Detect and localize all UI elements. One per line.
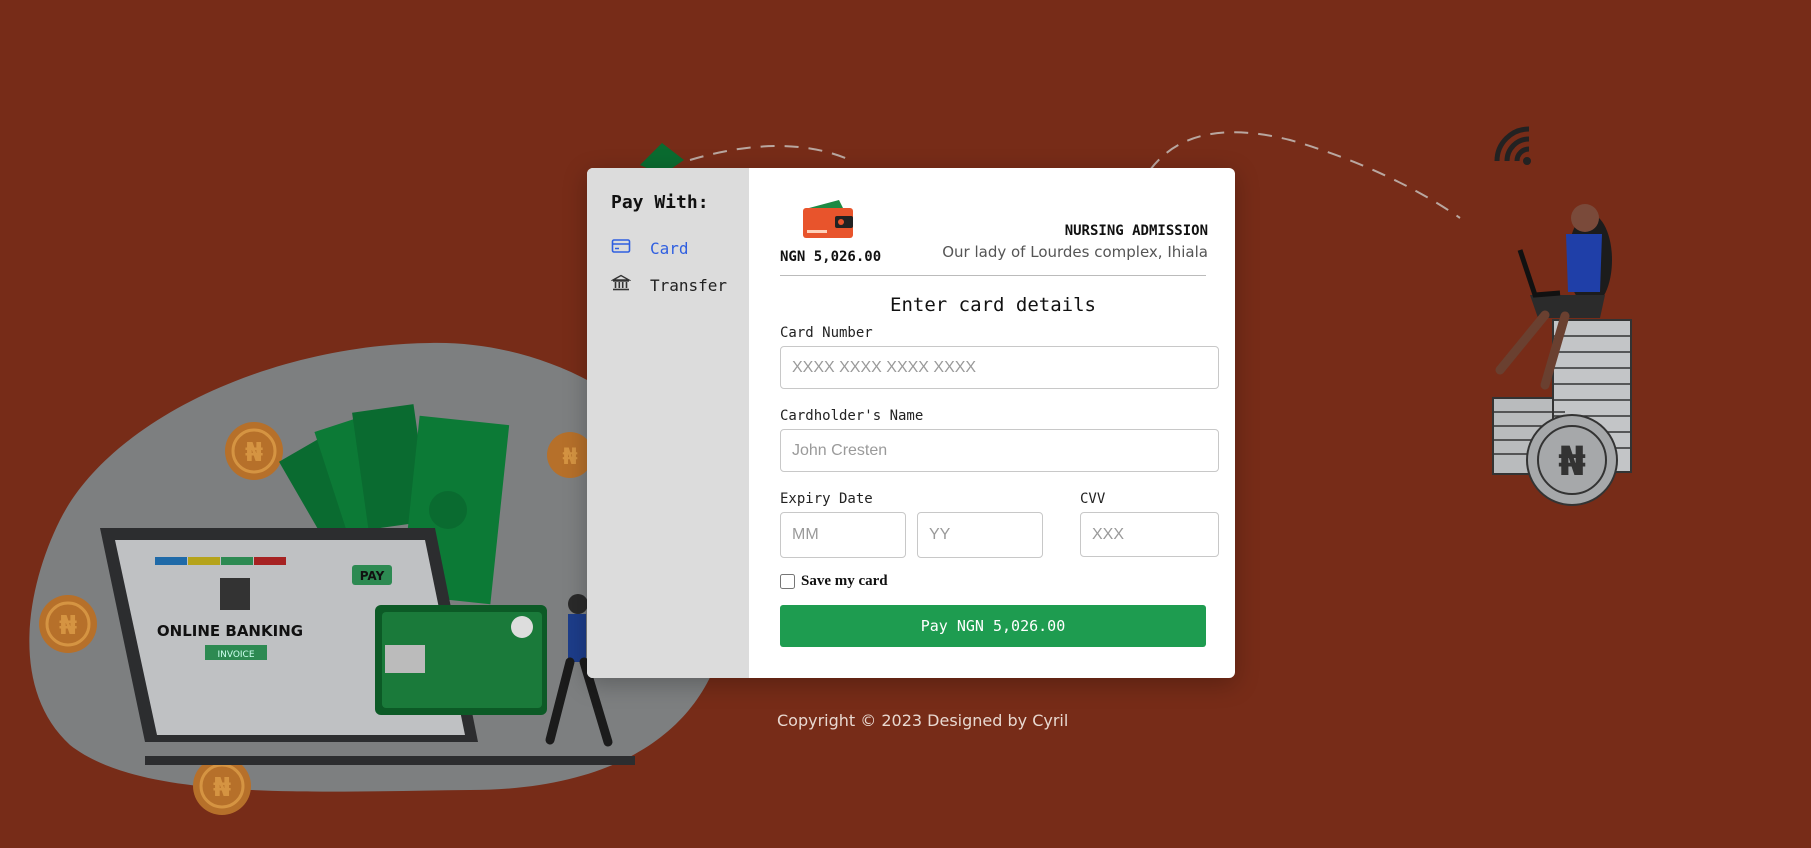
svg-text:₦: ₦	[562, 445, 577, 470]
payment-method-sidebar: Pay With: Card Transfer	[587, 168, 749, 678]
save-card-row[interactable]: Save my card	[780, 573, 888, 590]
naira-coin-icon: ₦	[225, 422, 283, 480]
svg-text:ONLINE BANKING: ONLINE BANKING	[157, 622, 303, 640]
cardholder-name-label: Cardholder's Name	[780, 408, 924, 424]
merchant-name: NURSING ADMISSION	[1064, 223, 1208, 239]
svg-text:₦: ₦	[59, 611, 77, 641]
wallet-logo-icon	[803, 200, 853, 238]
payment-modal: Pay With: Card Transfer NGN 5,026.00 NUR…	[587, 168, 1235, 678]
sidebar-item-label: Card	[650, 238, 689, 258]
naira-coin-icon: ₦	[193, 757, 251, 815]
cvv-label: CVV	[1080, 491, 1106, 507]
sidebar-item-label: Transfer	[650, 275, 728, 295]
cardholder-name-input[interactable]	[780, 429, 1219, 472]
pay-button[interactable]: Pay NGN 5,026.00	[780, 605, 1206, 647]
svg-text:PAY: PAY	[360, 569, 385, 583]
save-card-label: Save my card	[801, 573, 888, 589]
svg-text:INVOICE: INVOICE	[217, 650, 254, 660]
expiry-year-input[interactable]	[917, 512, 1043, 558]
sidebar-item-transfer[interactable]: Transfer	[610, 273, 728, 297]
credit-card-icon	[611, 236, 631, 260]
sidebar-title: Pay With:	[611, 192, 709, 213]
payment-form-panel: NGN 5,026.00 NURSING ADMISSION Our lady …	[780, 168, 1220, 678]
expiry-month-input[interactable]	[780, 512, 906, 558]
card-number-input[interactable]	[780, 346, 1219, 389]
copyright-text: Copyright © 2023 Designed by Cyril	[777, 711, 1069, 730]
naira-coin-icon: ₦	[39, 595, 97, 653]
card-number-label: Card Number	[780, 325, 873, 341]
credit-card-illustration	[375, 605, 547, 715]
dashed-flight-path-left	[689, 145, 851, 161]
form-title: Enter card details	[890, 294, 1096, 316]
sidebar-item-card[interactable]: Card	[611, 236, 689, 260]
svg-text:₦: ₦	[245, 438, 263, 468]
merchant-address: Our lady of Lourdes complex, Ihiala	[942, 243, 1208, 261]
wifi-signal-icon	[1494, 126, 1531, 165]
expiry-date-label: Expiry Date	[780, 491, 873, 507]
header-divider	[780, 275, 1206, 276]
payment-amount: NGN 5,026.00	[780, 249, 882, 265]
save-card-checkbox[interactable]	[780, 574, 795, 589]
svg-text:₦: ₦	[1558, 439, 1586, 485]
bank-icon	[610, 273, 632, 297]
cvv-input[interactable]	[1080, 512, 1219, 557]
svg-text:₦: ₦	[213, 773, 231, 803]
